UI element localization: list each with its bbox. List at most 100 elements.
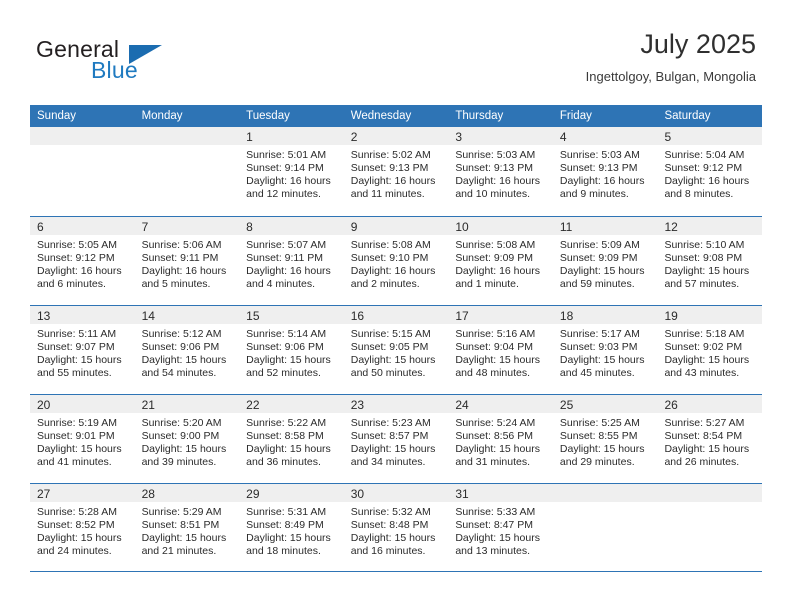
calendar-day-cell[interactable]: 26 Sunrise: 5:27 AM Sunset: 8:54 PM Dayligh…: [657, 395, 763, 483]
calendar-day-cell[interactable]: 22 Sunrise: 5:22 AM Sunset: 8:58 PM Dayligh…: [239, 395, 344, 483]
sunrise-time: Sunrise: 5:16 AM: [455, 328, 536, 340]
calendar-day-cell[interactable]: 17 Sunrise: 5:16 AM Sunset: 9:04 PM Dayligh…: [448, 306, 553, 394]
day-cell-inner: [134, 127, 240, 216]
sunset-time: Sunset: 9:11 PM: [246, 252, 324, 265]
calendar-day-cell[interactable]: 2 Sunrise: 5:02 AM Sunset: 9:13 PM Daylight…: [343, 127, 449, 216]
daylight-duration-line1: Daylight: 15 hours: [664, 354, 750, 367]
general-blue-logo[interactable]: General Blue: [36, 36, 266, 88]
day-number-band: 28: [134, 484, 240, 502]
daylight-duration-line2: and 21 minutes.: [141, 545, 217, 558]
calendar-day-cell[interactable]: 5 Sunrise: 5:04 AM Sunset: 9:12 PM Daylight…: [657, 127, 763, 216]
sunrise-time: Sunrise: 5:27 AM: [664, 417, 745, 429]
day-cell-inner: 19 Sunrise: 5:18 AM Sunset: 9:02 PM Dayligh…: [657, 306, 763, 394]
calendar-day-cell[interactable]: 14 Sunrise: 5:12 AM Sunset: 9:06 PM Dayligh…: [134, 306, 240, 394]
day-details: Sunrise: 5:04 AM Sunset: 9:12 PM Daylight:…: [657, 145, 762, 201]
day-number: 28: [141, 487, 155, 501]
sunset-time: Sunset: 9:14 PM: [246, 162, 324, 175]
calendar-day-cell[interactable]: 10 Sunrise: 5:08 AM Sunset: 9:09 PM Dayligh…: [448, 217, 553, 305]
calendar-day-cell[interactable]: 11 Sunrise: 5:09 AM Sunset: 9:09 PM Dayligh…: [552, 217, 658, 305]
daylight-duration-line2: and 31 minutes.: [455, 456, 531, 469]
sunrise-time: Sunrise: 5:06 AM: [141, 239, 222, 251]
calendar-day-cell[interactable]: 18 Sunrise: 5:17 AM Sunset: 9:03 PM Dayligh…: [552, 306, 658, 394]
calendar-day-cell[interactable]: 12 Sunrise: 5:10 AM Sunset: 9:08 PM Dayligh…: [657, 217, 763, 305]
calendar-day-cell[interactable]: 9 Sunrise: 5:08 AM Sunset: 9:10 PM Daylight…: [343, 217, 449, 305]
day-cell-inner: [552, 484, 658, 571]
day-number: 7: [141, 220, 149, 234]
sunset-time: Sunset: 9:02 PM: [664, 341, 743, 354]
calendar-day-cell[interactable]: 1 Sunrise: 5:01 AM Sunset: 9:14 PM Daylight…: [239, 127, 344, 216]
day-details: Sunrise: 5:01 AM Sunset: 9:14 PM Daylight:…: [239, 145, 344, 201]
sunset-time: Sunset: 8:52 PM: [37, 519, 115, 532]
daylight-duration-line2: and 26 minutes.: [664, 456, 740, 469]
calendar-week-row: 1 Sunrise: 5:01 AM Sunset: 9:14 PM Daylight…: [30, 127, 763, 216]
calendar-day-cell[interactable]: 16 Sunrise: 5:15 AM Sunset: 9:05 PM Dayligh…: [343, 306, 449, 394]
day-number-band: 24: [448, 395, 553, 413]
weekday-header-thursday: Thursday: [455, 110, 504, 122]
sunrise-time: Sunrise: 5:14 AM: [246, 328, 327, 340]
day-cell-inner: 23 Sunrise: 5:23 AM Sunset: 8:57 PM Dayligh…: [343, 395, 449, 483]
sunrise-time: Sunrise: 5:15 AM: [350, 328, 431, 340]
day-number-band: 9: [343, 217, 449, 235]
sunset-time: Sunset: 8:58 PM: [246, 430, 324, 443]
sunrise-time: Sunrise: 5:29 AM: [141, 506, 222, 518]
day-details: Sunrise: 5:17 AM Sunset: 9:03 PM Daylight:…: [553, 324, 658, 380]
calendar-day-cell[interactable]: 29 Sunrise: 5:31 AM Sunset: 8:49 PM Dayligh…: [239, 484, 344, 571]
calendar-day-cell[interactable]: 19 Sunrise: 5:18 AM Sunset: 9:02 PM Dayligh…: [657, 306, 763, 394]
calendar-day-cell-empty: [134, 127, 240, 216]
day-number: 29: [246, 487, 260, 501]
calendar-day-cell[interactable]: 20 Sunrise: 5:19 AM Sunset: 9:01 PM Dayligh…: [30, 395, 135, 483]
sunset-time: Sunset: 9:10 PM: [350, 252, 429, 265]
day-number: 31: [455, 487, 469, 501]
calendar-day-cell[interactable]: 24 Sunrise: 5:24 AM Sunset: 8:56 PM Dayligh…: [448, 395, 553, 483]
calendar-day-cell[interactable]: 13 Sunrise: 5:11 AM Sunset: 9:07 PM Dayligh…: [30, 306, 135, 394]
daylight-duration-line1: Daylight: 15 hours: [664, 265, 750, 278]
day-details: Sunrise: 5:03 AM Sunset: 9:13 PM Daylight:…: [448, 145, 553, 201]
daylight-duration-line2: and 18 minutes.: [246, 545, 321, 558]
day-details: Sunrise: 5:27 AM Sunset: 8:54 PM Daylight:…: [657, 413, 762, 469]
calendar-day-cell[interactable]: 4 Sunrise: 5:03 AM Sunset: 9:13 PM Daylight…: [552, 127, 658, 216]
day-number: 24: [455, 398, 469, 412]
day-number: 17: [455, 309, 469, 323]
calendar-day-cell-empty: [30, 127, 135, 216]
calendar-day-cell[interactable]: 28 Sunrise: 5:29 AM Sunset: 8:51 PM Dayligh…: [134, 484, 240, 571]
sunrise-time: Sunrise: 5:33 AM: [455, 506, 536, 518]
sunset-time: Sunset: 9:11 PM: [141, 252, 219, 265]
sunset-time: Sunset: 9:09 PM: [455, 252, 533, 265]
calendar-day-cell[interactable]: 7 Sunrise: 5:06 AM Sunset: 9:11 PM Daylight…: [134, 217, 240, 305]
weekday-header-sunday: Sunday: [37, 110, 77, 122]
calendar-day-cell[interactable]: 23 Sunrise: 5:23 AM Sunset: 8:57 PM Dayligh…: [343, 395, 449, 483]
calendar-day-cell[interactable]: 15 Sunrise: 5:14 AM Sunset: 9:06 PM Dayligh…: [239, 306, 344, 394]
calendar-day-cell[interactable]: 8 Sunrise: 5:07 AM Sunset: 9:11 PM Daylight…: [239, 217, 344, 305]
day-number: 25: [559, 398, 574, 412]
day-cell-inner: 7 Sunrise: 5:06 AM Sunset: 9:11 PM Daylight…: [134, 217, 240, 305]
day-cell-inner: 12 Sunrise: 5:10 AM Sunset: 9:08 PM Dayligh…: [657, 217, 763, 305]
calendar-day-cell[interactable]: 31 Sunrise: 5:33 AM Sunset: 8:47 PM Dayligh…: [448, 484, 553, 571]
day-number-band: 16: [343, 306, 449, 324]
calendar-day-cell[interactable]: 27 Sunrise: 5:28 AM Sunset: 8:52 PM Dayligh…: [30, 484, 135, 571]
sunset-time: Sunset: 9:06 PM: [141, 341, 220, 354]
sunset-time: Sunset: 9:08 PM: [664, 252, 743, 265]
calendar-day-cell[interactable]: 6 Sunrise: 5:05 AM Sunset: 9:12 PM Daylight…: [30, 217, 135, 305]
day-number: 30: [350, 487, 365, 501]
day-number: 13: [37, 309, 51, 323]
day-number-band: 17: [448, 306, 553, 324]
calendar-day-cell[interactable]: 25 Sunrise: 5:25 AM Sunset: 8:55 PM Dayligh…: [552, 395, 658, 483]
daylight-duration-line1: Daylight: 15 hours: [455, 354, 540, 367]
day-details: [30, 145, 135, 149]
sunset-time: Sunset: 9:13 PM: [350, 162, 429, 175]
calendar-week-row: 27 Sunrise: 5:28 AM Sunset: 8:52 PM Dayligh…: [30, 483, 763, 572]
day-cell-inner: 5 Sunrise: 5:04 AM Sunset: 9:12 PM Daylight…: [657, 127, 763, 216]
sunset-time: Sunset: 9:12 PM: [664, 162, 743, 175]
calendar-day-cell[interactable]: 3 Sunrise: 5:03 AM Sunset: 9:13 PM Daylight…: [448, 127, 553, 216]
day-number-band: 26: [657, 395, 763, 413]
sunset-time: Sunset: 8:48 PM: [350, 519, 429, 532]
sunset-time: Sunset: 9:07 PM: [37, 341, 115, 354]
calendar-day-cell[interactable]: 21 Sunrise: 5:20 AM Sunset: 9:00 PM Dayligh…: [134, 395, 240, 483]
daylight-duration-line1: Daylight: 15 hours: [559, 354, 645, 367]
day-number-band: 19: [657, 306, 763, 324]
day-cell-inner: 21 Sunrise: 5:20 AM Sunset: 9:00 PM Dayligh…: [134, 395, 240, 483]
daylight-duration-line1: Daylight: 16 hours: [246, 265, 331, 278]
page-title: July 2025: [640, 29, 756, 59]
calendar-day-cell[interactable]: 30 Sunrise: 5:32 AM Sunset: 8:48 PM Dayligh…: [343, 484, 449, 571]
sunset-time: Sunset: 9:03 PM: [559, 341, 638, 354]
